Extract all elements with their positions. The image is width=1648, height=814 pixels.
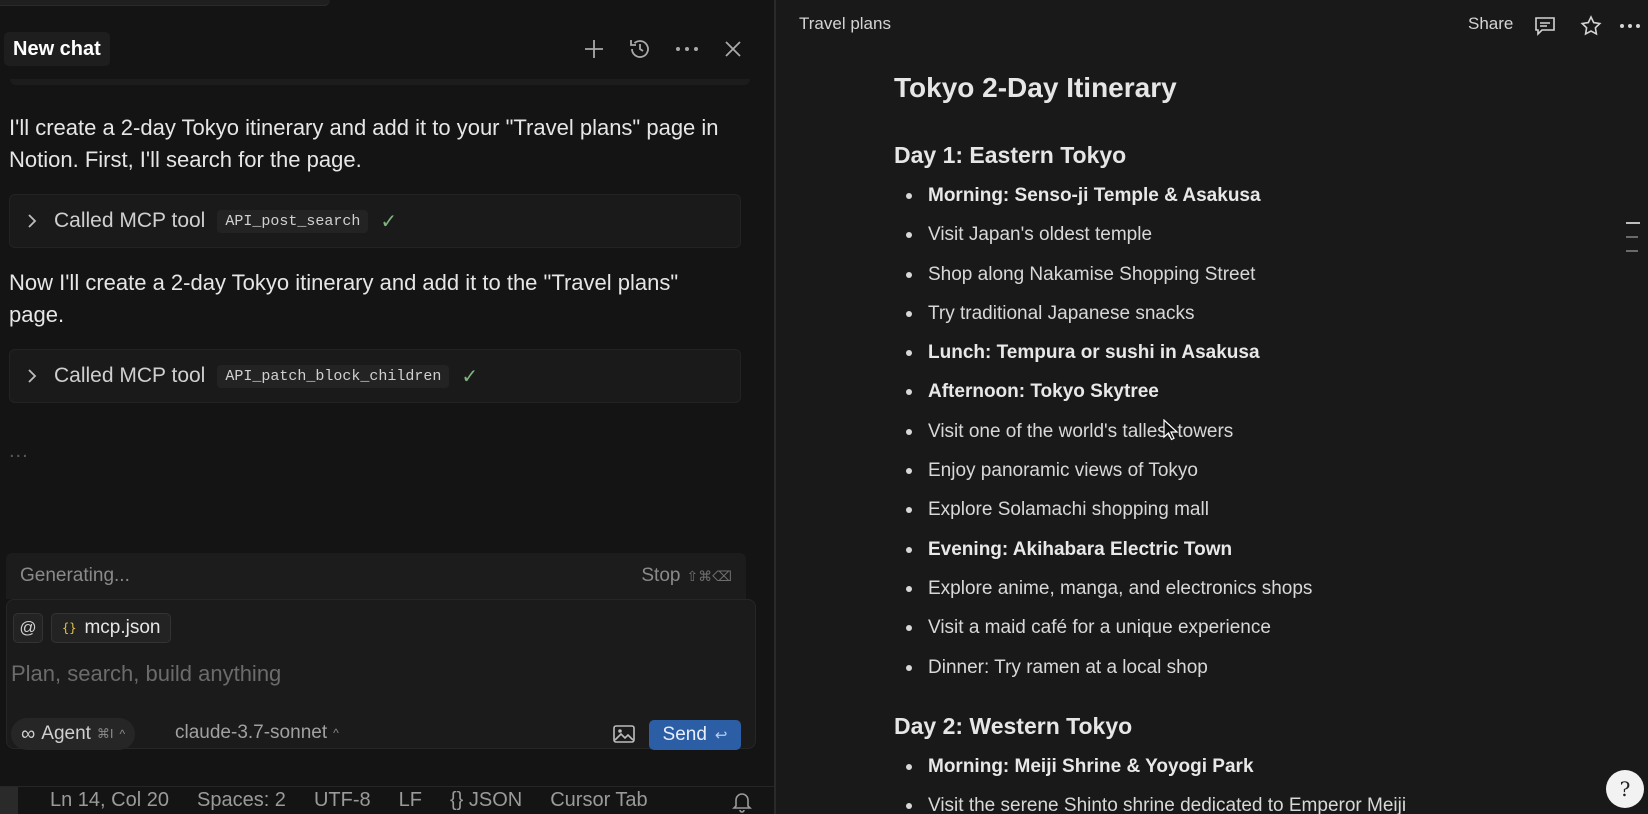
- share-button[interactable]: Share: [1468, 14, 1513, 34]
- caret-up-icon: ^: [333, 726, 339, 740]
- toc-line: [1626, 250, 1638, 252]
- more-options-icon[interactable]: [672, 34, 702, 64]
- star-icon[interactable]: [1579, 14, 1603, 38]
- status-language[interactable]: {} JSON: [450, 789, 522, 812]
- mention-button[interactable]: @: [13, 613, 43, 643]
- list-item[interactable]: Visit Japan's oldest temple: [894, 215, 1312, 254]
- help-button[interactable]: ?: [1606, 770, 1644, 808]
- list-item[interactable]: Try traditional Japanese snacks: [894, 294, 1312, 333]
- editor-tab-sliver: [0, 0, 330, 6]
- tool-call-patch[interactable]: Called MCP tool API_patch_block_children…: [9, 349, 741, 403]
- list-item[interactable]: Visit the serene Shinto shrine dedicated…: [894, 786, 1406, 814]
- notion-page: Travel plans Share Tokyo 2-Day Itinerary…: [776, 0, 1648, 814]
- agent-mode-selector[interactable]: ∞ Agent ⌘I ^: [11, 718, 136, 750]
- list-item[interactable]: Shop along Nakamise Shopping Street: [894, 255, 1312, 294]
- status-cursor-position[interactable]: Ln 14, Col 20: [50, 789, 169, 812]
- chat-input[interactable]: [11, 658, 711, 690]
- check-icon: ✓: [380, 210, 398, 233]
- assistant-message: I'll create a 2-day Tokyo itinerary and …: [9, 115, 719, 172]
- header-divider: [10, 79, 750, 85]
- tool-call-search[interactable]: Called MCP tool API_post_search ✓: [9, 194, 741, 248]
- heading-day-2: Day 2: Western Tokyo: [894, 713, 1133, 739]
- assistant-message: Now I'll create a 2-day Tokyo itinerary …: [9, 270, 679, 327]
- stop-shortcut: ⇧⌘⌫: [686, 567, 732, 584]
- status-indentation[interactable]: Spaces: 2: [197, 789, 286, 812]
- breadcrumb[interactable]: Travel plans: [799, 14, 891, 34]
- history-icon[interactable]: [625, 34, 655, 64]
- chat-panel: New chat I'll create a 2-day Tokyo itine…: [0, 0, 774, 814]
- mouse-cursor-icon: [1163, 418, 1179, 446]
- tool-name: API_patch_block_children: [217, 364, 450, 388]
- notifications-bell-icon[interactable]: [732, 791, 752, 814]
- status-bar-indicator: [0, 786, 18, 814]
- generating-status: Generating...: [20, 565, 130, 586]
- context-file-chip[interactable]: {} mcp.json: [51, 613, 172, 643]
- generating-bar: Generating... Stop ⇧⌘⌫: [6, 553, 746, 599]
- model-name: claude-3.7-sonnet: [175, 722, 328, 743]
- json-file-icon: {}: [62, 621, 77, 635]
- list-item[interactable]: Explore Solamachi shopping mall: [894, 490, 1312, 529]
- tool-call-label: Called MCP tool: [54, 209, 206, 232]
- new-chat-icon[interactable]: [579, 34, 609, 64]
- list-item[interactable]: Explore anime, manga, and electronics sh…: [894, 569, 1312, 608]
- page-title: Tokyo 2-Day Itinerary: [894, 72, 1177, 103]
- loading-ellipsis: ...: [9, 440, 29, 462]
- status-encoding[interactable]: UTF-8: [314, 789, 371, 812]
- status-line-ending[interactable]: LF: [399, 789, 422, 812]
- send-label: Send: [662, 724, 707, 745]
- agent-mode-label: Agent: [41, 723, 91, 744]
- close-icon[interactable]: [718, 34, 748, 64]
- app-root: New chat I'll create a 2-day Tokyo itine…: [0, 0, 1648, 814]
- list-item[interactable]: Visit one of the world's tallest towers: [894, 412, 1312, 451]
- caret-up-icon: ^: [119, 727, 126, 741]
- return-icon: ↩: [714, 727, 728, 744]
- stop-button[interactable]: Stop: [641, 565, 680, 587]
- table-of-contents-indicator[interactable]: [1626, 222, 1640, 264]
- chat-title[interactable]: New chat: [4, 32, 110, 66]
- agent-shortcut: ⌘I: [96, 726, 114, 741]
- chevron-right-icon: [24, 213, 40, 229]
- chat-header: New chat: [0, 28, 774, 70]
- context-file-name: mcp.json: [84, 617, 161, 638]
- heading-day-1: Day 1: Eastern Tokyo: [894, 142, 1127, 168]
- tool-name: API_post_search: [217, 209, 369, 233]
- chevron-right-icon: [24, 368, 40, 384]
- list-item[interactable]: Enjoy panoramic views of Tokyo: [894, 451, 1312, 490]
- status-bar: Ln 14, Col 20 Spaces: 2 UTF-8 LF {} JSON…: [0, 786, 774, 814]
- more-options-icon[interactable]: [1618, 14, 1642, 38]
- list-item[interactable]: Visit a maid café for a unique experienc…: [894, 608, 1312, 647]
- list-item[interactable]: Afternoon: Tokyo Skytree: [894, 372, 1312, 411]
- list-item[interactable]: Morning: Senso-ji Temple & Asakusa: [894, 176, 1312, 215]
- day-2-list: Morning: Meiji Shrine & Yoyogi Park Visi…: [894, 747, 1406, 814]
- comment-icon[interactable]: [1533, 14, 1557, 38]
- tool-call-label: Called MCP tool: [54, 364, 206, 387]
- list-item[interactable]: Dinner: Try ramen at a local shop: [894, 648, 1312, 687]
- day-1-list: Morning: Senso-ji Temple & Asakusa Visit…: [894, 176, 1312, 687]
- list-item[interactable]: Lunch: Tempura or sushi in Asakusa: [894, 333, 1312, 372]
- infinity-icon: ∞: [21, 722, 36, 745]
- composer: @ {} mcp.json ∞ Agent ⌘I ^ claude-3.7-so…: [6, 599, 756, 750]
- list-item[interactable]: Morning: Meiji Shrine & Yoyogi Park: [894, 747, 1406, 786]
- send-button[interactable]: Send ↩: [649, 720, 741, 750]
- check-icon: ✓: [461, 365, 479, 388]
- toc-line: [1626, 236, 1638, 238]
- toc-line: [1626, 222, 1640, 224]
- status-cursor-tab[interactable]: Cursor Tab: [550, 789, 647, 812]
- list-item[interactable]: Evening: Akihabara Electric Town: [894, 530, 1312, 569]
- model-selector[interactable]: claude-3.7-sonnet ^: [175, 722, 339, 744]
- image-upload-icon[interactable]: [611, 722, 637, 746]
